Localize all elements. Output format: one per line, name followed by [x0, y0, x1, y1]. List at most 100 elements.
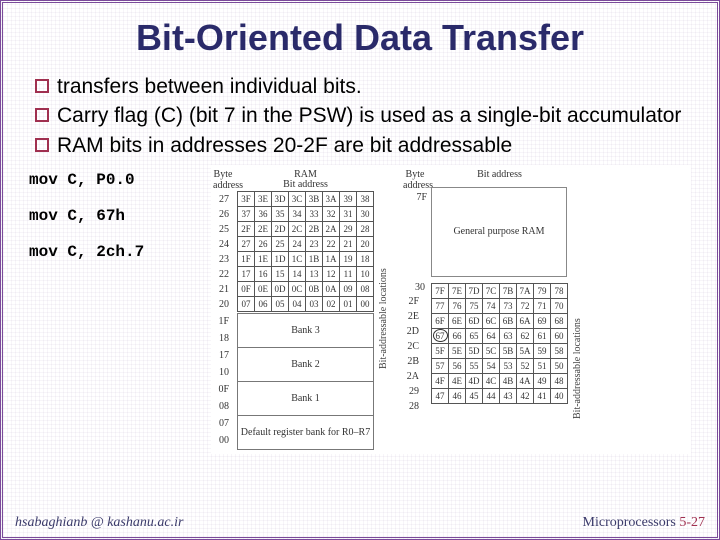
bit-cell: 72 [517, 298, 534, 313]
bit-cell: 18 [357, 251, 374, 266]
bit-cell: 00 [357, 296, 374, 311]
bank-cell: Bank 2 [238, 347, 374, 381]
byte-addr: 2D [403, 324, 421, 339]
bit-cell: 4A [517, 373, 534, 388]
right-vertical-label: Bit-addressable locations [572, 299, 583, 419]
bullet-item: Carry flag (C) (bit 7 in the PSW) is use… [35, 102, 691, 129]
bit-cell: 3C [289, 191, 306, 206]
bank-cell: Bank 3 [238, 313, 374, 347]
bit-cell: 1C [289, 251, 306, 266]
bit-cell: 71 [534, 298, 551, 313]
bit-cell: 4D [466, 373, 483, 388]
bullet-text: transfers between individual bits. [57, 73, 362, 100]
bit-cell: 08 [357, 281, 374, 296]
code-line: mov C, P0.0 [29, 171, 199, 189]
bit-cell: 07 [238, 296, 255, 311]
bit-cell: 5D [466, 343, 483, 358]
bit-cell: 22 [323, 236, 340, 251]
bit-cell: 6D [466, 313, 483, 328]
bit-cell: 74 [483, 298, 500, 313]
bit-cell: 43 [500, 388, 517, 403]
bit-cell: 19 [340, 251, 357, 266]
bit-cell: 01 [340, 296, 357, 311]
bit-cell: 3F [238, 191, 255, 206]
bit-cell: 54 [483, 358, 500, 373]
bit-cell: 46 [449, 388, 466, 403]
bit-cell: 51 [534, 358, 551, 373]
bit-cell: 14 [289, 266, 306, 281]
bank-addr: 17 [213, 347, 231, 364]
bit-cell: 63 [500, 328, 517, 343]
bit-cell: 30 [357, 206, 374, 221]
footer: hsabaghianb @ kashanu.ac.ir Microprocess… [15, 515, 705, 531]
bit-addr-header: Bit address [237, 179, 374, 190]
byte-addr: 28 [403, 399, 421, 414]
bit-cell: 1E [255, 251, 272, 266]
bit-cell: 79 [534, 283, 551, 298]
byte-addr: 29 [403, 384, 421, 399]
bit-cell: 21 [340, 236, 357, 251]
bit-cell: 4B [500, 373, 517, 388]
left-block: Byte address 2726252423222120 1F1817100F… [213, 169, 389, 450]
content-row: mov C, P0.0 mov C, 67h mov C, 2ch.7 Byte… [29, 165, 691, 454]
bit-cell: 65 [466, 328, 483, 343]
bit-cell: 7D [466, 283, 483, 298]
bit-cell: 68 [551, 313, 568, 328]
bit-cell: 03 [306, 296, 323, 311]
bit-cell: 09 [340, 281, 357, 296]
bank-cell: Bank 1 [238, 381, 374, 415]
bit-cell: 38 [357, 191, 374, 206]
bit-cell: 1D [272, 251, 289, 266]
bit-cell: 41 [534, 388, 551, 403]
bit-cell: 42 [517, 388, 534, 403]
bit-cell: 23 [306, 236, 323, 251]
bit-cell: 0C [289, 281, 306, 296]
bank-addr: 08 [213, 398, 231, 415]
bit-cell: 62 [517, 328, 534, 343]
bit-cell: 61 [534, 328, 551, 343]
bit-cell: 58 [551, 343, 568, 358]
bit-cell: 50 [551, 358, 568, 373]
bit-cell: 1B [306, 251, 323, 266]
bit-cell: 53 [500, 358, 517, 373]
bullet-icon [35, 108, 49, 122]
bit-cell: 16 [255, 266, 272, 281]
bit-cell: 05 [272, 296, 289, 311]
bit-cell: 06 [255, 296, 272, 311]
byte-addr: 25 [213, 222, 231, 237]
bit-cell: 47 [432, 388, 449, 403]
bit-cell: 6B [500, 313, 517, 328]
bit-cell: 73 [500, 298, 517, 313]
bullet-icon [35, 79, 49, 93]
bit-cell: 04 [289, 296, 306, 311]
bit-cell: 0D [272, 281, 289, 296]
bit-cell: 3E [255, 191, 272, 206]
bit-cell: 78 [551, 283, 568, 298]
bit-cell: 32 [323, 206, 340, 221]
footer-course: Microprocessors [583, 515, 680, 530]
footer-author: hsabaghianb @ kashanu.ac.ir [15, 515, 183, 531]
bit-cell: 2C [289, 221, 306, 236]
bit-cell: 25 [272, 236, 289, 251]
bullet-icon [35, 138, 49, 152]
bit-cell: 6E [449, 313, 466, 328]
bit-cell: 12 [323, 266, 340, 281]
bit-cell: 31 [340, 206, 357, 221]
bit-cell: 3D [272, 191, 289, 206]
bit-cell: 4C [483, 373, 500, 388]
bank-cell: Default register bank for R0–R7 [238, 415, 374, 449]
bit-cell: 7C [483, 283, 500, 298]
byte-addr: 2C [403, 339, 421, 354]
bit-cell: 11 [340, 266, 357, 281]
bit-cell: 55 [466, 358, 483, 373]
bit-cell: 0E [255, 281, 272, 296]
bullet-item: RAM bits in addresses 20-2F are bit addr… [35, 132, 691, 159]
bit-cell: 5A [517, 343, 534, 358]
bit-cell: 7E [449, 283, 466, 298]
bit-cell: 60 [551, 328, 568, 343]
left-bit-table: 3F3E3D3C3B3A393837363534333231302F2E2D2C… [237, 191, 374, 312]
bank-addr: 0F [213, 381, 231, 398]
bit-cell: 29 [340, 221, 357, 236]
byte-addr: 23 [213, 252, 231, 267]
page-number: 5-27 [679, 515, 705, 530]
